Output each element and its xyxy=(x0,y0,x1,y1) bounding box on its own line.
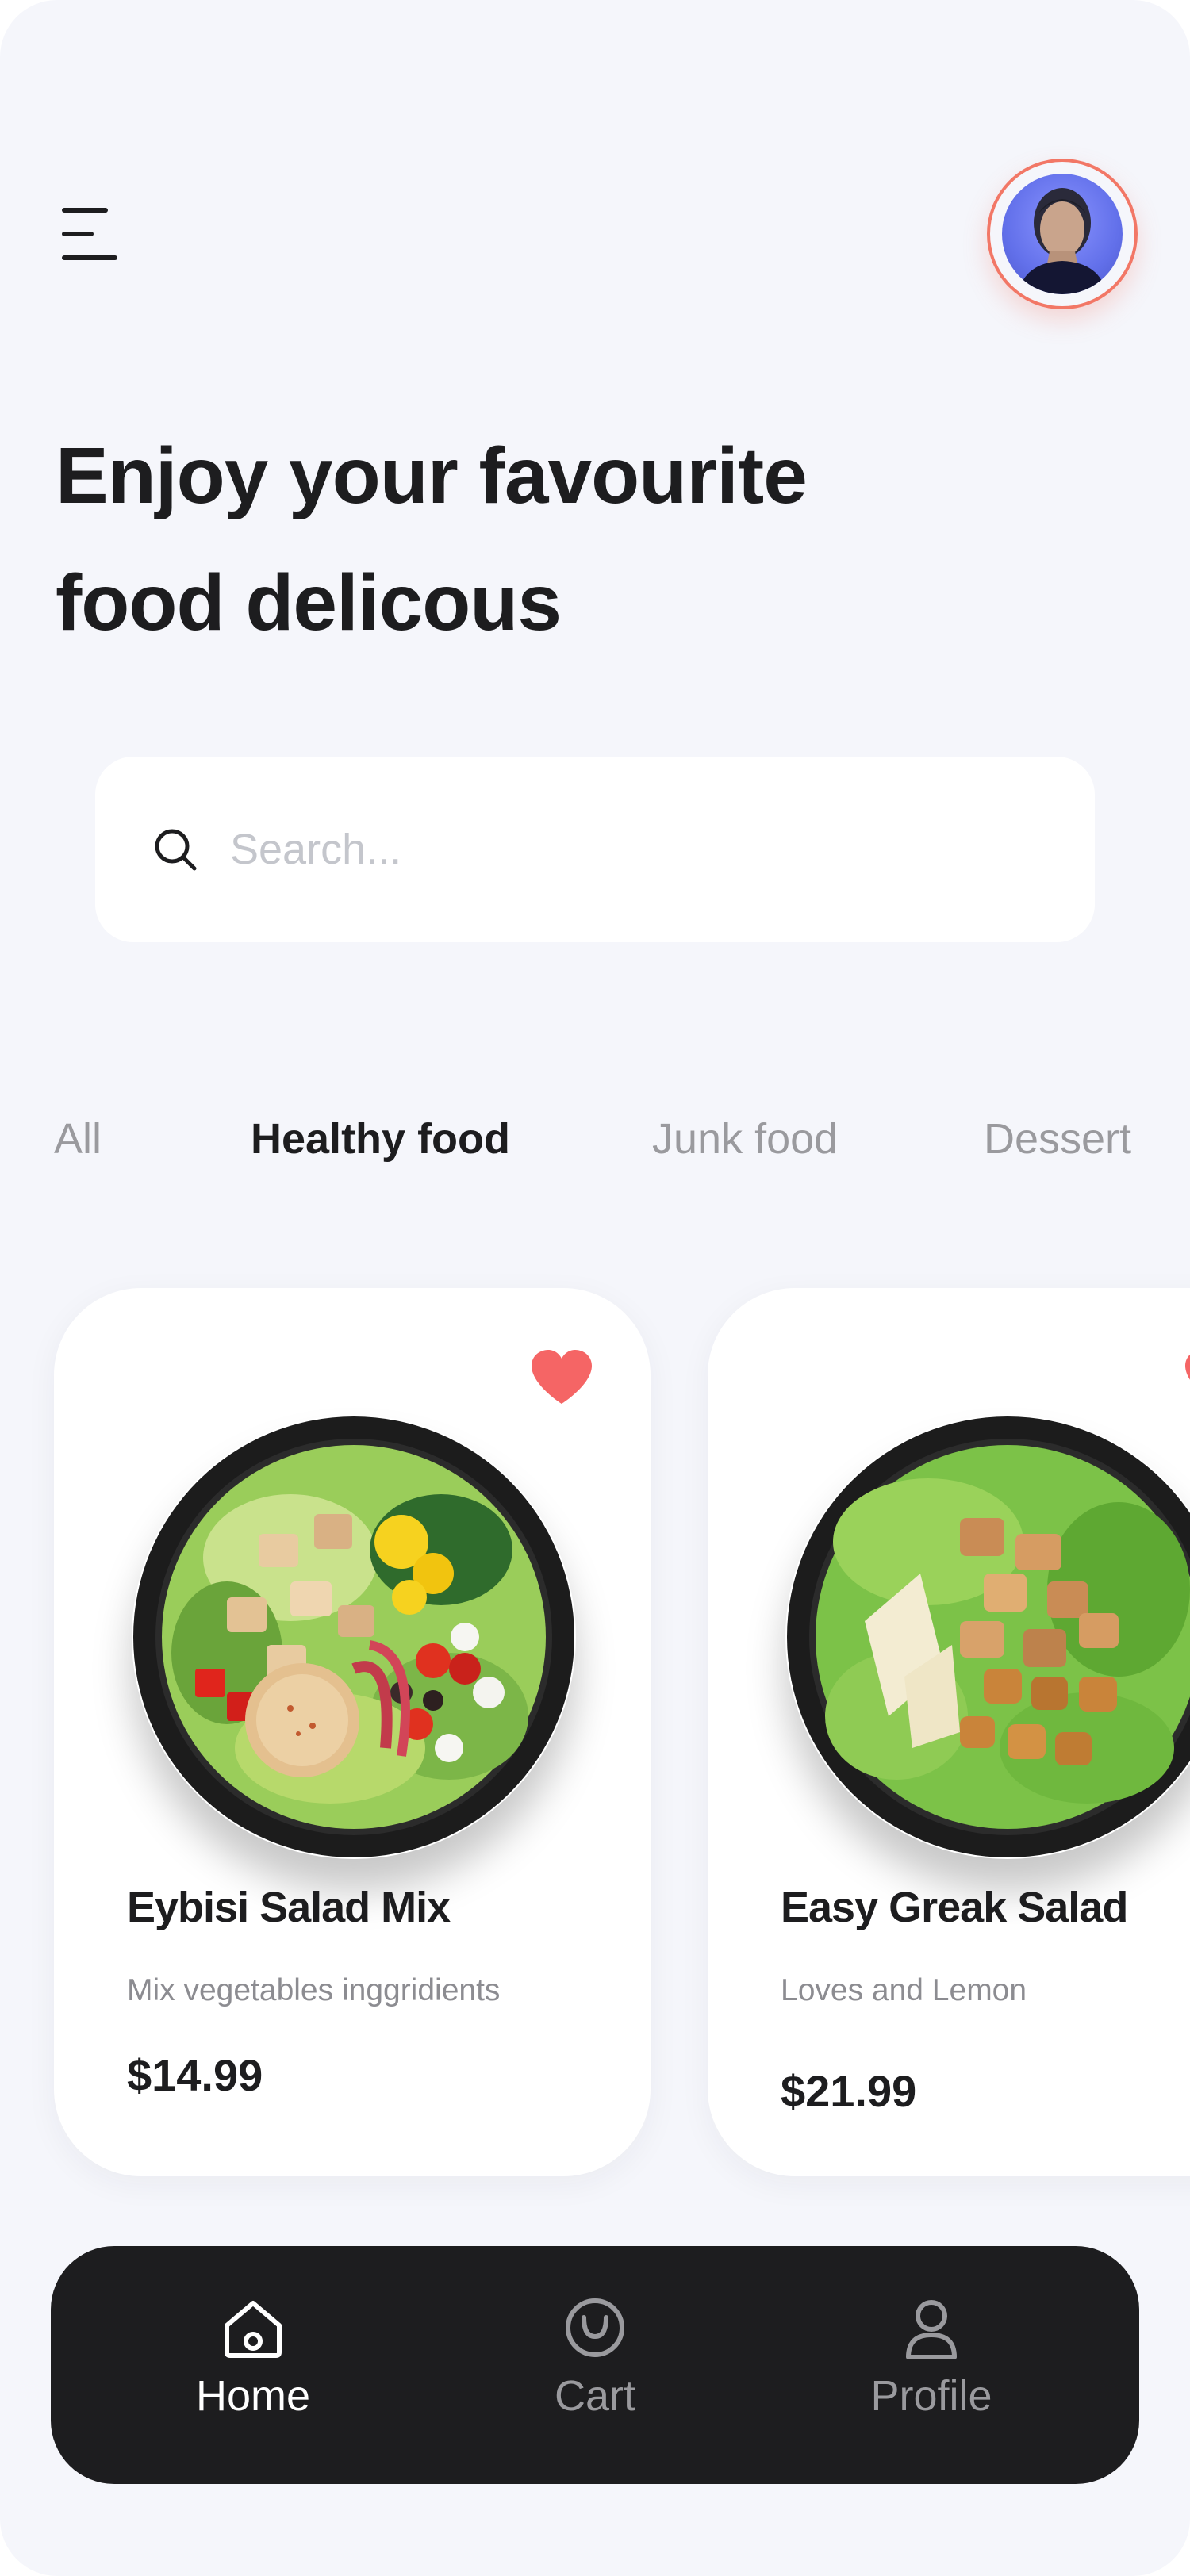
app-screen: Enjoy your favourite food delicous All H… xyxy=(0,0,1190,2576)
product-card[interactable]: Eybisi Salad Mix Mix vegetables inggridi… xyxy=(54,1288,651,2176)
nav-item-profile[interactable]: Profile xyxy=(828,2294,1035,2421)
cart-icon xyxy=(566,2298,624,2357)
nav-item-home[interactable]: Home xyxy=(150,2294,356,2421)
category-tab-healthy-food[interactable]: Healthy food xyxy=(251,1114,510,1163)
search-input[interactable] xyxy=(228,824,1025,875)
headline-line-1: Enjoy your favourite xyxy=(56,431,808,520)
menu-icon[interactable] xyxy=(57,208,121,263)
product-description: Loves and Lemon xyxy=(781,1973,1027,2007)
product-price: $14.99 xyxy=(127,2050,263,2100)
product-image xyxy=(132,1415,576,1859)
category-tab-junk-food[interactable]: Junk food xyxy=(652,1114,838,1163)
search-bar[interactable] xyxy=(95,757,1095,942)
bottom-nav: Home Cart Profile xyxy=(51,2246,1139,2484)
product-image xyxy=(785,1415,1190,1859)
category-tab-dessert[interactable]: Dessert xyxy=(984,1114,1131,1163)
nav-label-profile: Profile xyxy=(870,2372,992,2420)
category-tab-all[interactable]: All xyxy=(54,1114,102,1163)
product-description: Mix vegetables inggridients xyxy=(127,1973,501,2007)
headline-line-2: food delicous xyxy=(56,558,562,647)
heart-icon[interactable] xyxy=(1184,1348,1190,1405)
home-icon xyxy=(225,2301,282,2358)
heart-icon[interactable] xyxy=(530,1348,593,1405)
nav-label-home: Home xyxy=(195,2372,311,2420)
product-name: Eybisi Salad Mix xyxy=(127,1884,451,1931)
page-title: Enjoy your favourite food delicous xyxy=(56,412,928,666)
nav-label-cart: Cart xyxy=(554,2372,635,2420)
nav-item-cart[interactable]: Cart xyxy=(492,2294,698,2421)
profile-icon xyxy=(906,2300,957,2359)
avatar-photo xyxy=(1002,174,1123,294)
product-name: Easy Greak Salad xyxy=(781,1884,1128,1931)
product-card[interactable]: Easy Greak Salad Loves and Lemon $21.99 xyxy=(708,1288,1190,2176)
avatar[interactable] xyxy=(987,159,1138,309)
product-price: $21.99 xyxy=(781,2066,917,2116)
search-icon xyxy=(155,829,197,871)
